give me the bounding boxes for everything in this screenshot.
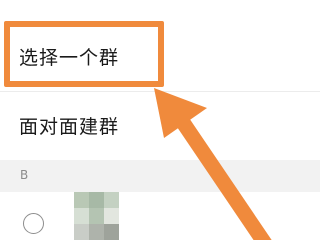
top-divider-area [0,0,320,22]
section-letter: B [20,168,29,182]
contact-list-item[interactable] [0,192,320,240]
face-to-face-group-label: 面对面建群 [19,116,120,138]
face-to-face-group-row[interactable]: 面对面建群 [0,92,320,160]
section-header: B [0,160,320,192]
highlight-box [4,21,164,87]
screen: 选择一个群 面对面建群 B [0,0,320,240]
radio-unchecked-icon[interactable] [23,213,44,234]
avatar [74,192,119,240]
